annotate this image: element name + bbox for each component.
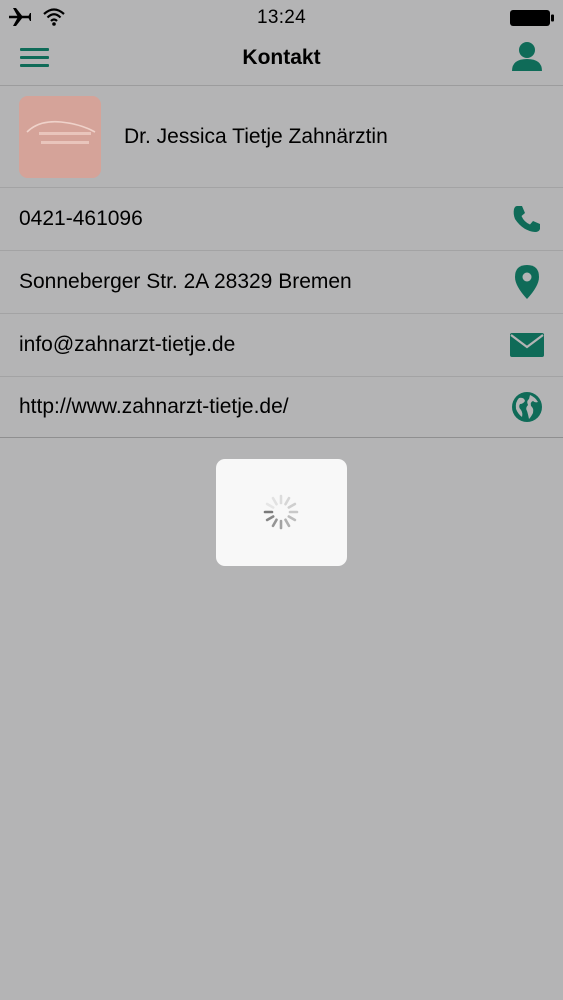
phone-number: 0421-461096	[19, 207, 143, 230]
user-icon	[509, 42, 545, 79]
globe-icon[interactable]	[509, 389, 545, 425]
contact-name: Dr. Jessica Tietje Zahnärztin	[124, 125, 388, 148]
status-time: 13:24	[256, 7, 307, 28]
loading-indicator	[216, 459, 347, 566]
contact-name-row: Dr. Jessica Tietje Zahnärztin	[0, 96, 563, 178]
loading-spinner-icon	[261, 492, 301, 532]
phone-icon[interactable]	[509, 201, 545, 237]
email-row[interactable]: info@zahnarzt-tietje.de	[0, 314, 563, 376]
status-bar: 13:24	[0, 0, 563, 36]
email-text: info@zahnarzt-tietje.de	[19, 333, 236, 356]
divider	[0, 437, 563, 438]
envelope-icon[interactable]	[509, 327, 545, 363]
nav-bar: Kontakt	[0, 36, 563, 86]
website-row[interactable]: http://www.zahnarzt-tietje.de/	[0, 377, 563, 437]
user-button[interactable]	[509, 39, 545, 75]
address-row[interactable]: Sonneberger Str. 2A 28329 Bremen	[0, 251, 563, 313]
battery-icon	[509, 9, 555, 27]
map-pin-icon[interactable]	[509, 264, 545, 300]
page-title: Kontakt	[242, 46, 321, 69]
address-text: Sonneberger Str. 2A 28329 Bremen	[19, 270, 352, 293]
website-text: http://www.zahnarzt-tietje.de/	[19, 395, 289, 418]
phone-row[interactable]: 0421-461096	[0, 188, 563, 250]
